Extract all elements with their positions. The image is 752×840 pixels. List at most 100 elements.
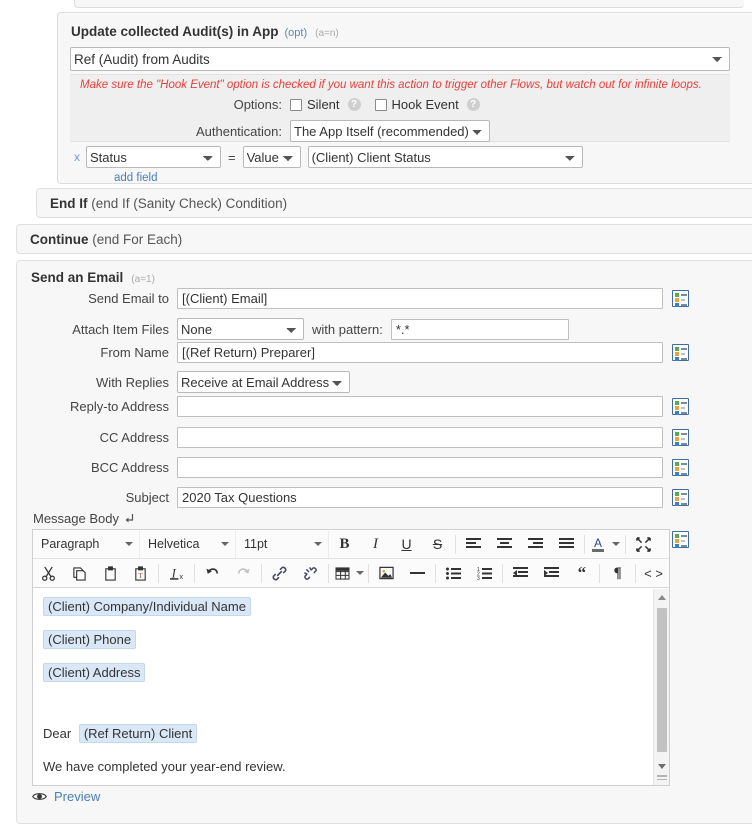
redo-icon[interactable] bbox=[228, 560, 259, 587]
italic-icon[interactable]: I bbox=[360, 531, 391, 558]
indent-icon[interactable] bbox=[536, 560, 567, 587]
silent-checkbox[interactable] bbox=[290, 98, 302, 111]
fullscreen-icon[interactable] bbox=[628, 531, 659, 558]
editor-content-area[interactable]: (Client) Company/Individual Name (Client… bbox=[33, 589, 669, 785]
field-value-select[interactable]: (Client) Client Status bbox=[307, 146, 583, 168]
cc-address-input[interactable] bbox=[177, 427, 663, 448]
authentication-select[interactable]: The App Itself (recommended) bbox=[290, 120, 490, 142]
numbered-list-icon[interactable]: 123 bbox=[469, 560, 500, 587]
attach-item-files-select[interactable]: None bbox=[177, 318, 304, 340]
continue-detail: (end For Each) bbox=[92, 231, 183, 247]
subject-row: Subject bbox=[17, 487, 689, 508]
reply-to-field-picker-icon[interactable] bbox=[672, 398, 689, 415]
hook-event-checkbox[interactable] bbox=[374, 98, 387, 111]
message-body-label-group: Message Body bbox=[33, 511, 135, 526]
from-name-field-picker-icon[interactable] bbox=[672, 344, 689, 361]
bcc-field-picker-icon[interactable] bbox=[672, 459, 689, 476]
unlink-icon[interactable] bbox=[295, 560, 326, 587]
continue-title: Continue bbox=[30, 231, 89, 247]
field-name-select[interactable]: Status bbox=[86, 146, 221, 168]
scroll-up-arrow-icon[interactable] bbox=[658, 595, 666, 600]
editor-line-closing: We have completed your year-end review. bbox=[43, 759, 286, 774]
clear-formatting-icon[interactable]: I x bbox=[161, 560, 192, 587]
cc-address-label: CC Address bbox=[99, 430, 169, 445]
bcc-address-input[interactable] bbox=[177, 457, 663, 478]
horizontal-rule-icon[interactable] bbox=[402, 560, 433, 587]
align-left-icon[interactable] bbox=[458, 531, 489, 558]
field-equals-sign: = bbox=[228, 149, 236, 165]
message-body-editor: Paragraph Helvetica 11pt B I U S A T I x… bbox=[32, 529, 670, 786]
table-chevron-down-icon[interactable] bbox=[354, 560, 366, 587]
align-right-icon[interactable] bbox=[520, 531, 551, 558]
reply-to-address-label: Reply-to Address bbox=[70, 399, 169, 414]
editor-vertical-scrollbar[interactable] bbox=[653, 589, 669, 785]
with-replies-select[interactable]: Receive at Email Address bbox=[177, 371, 350, 393]
image-icon[interactable] bbox=[371, 560, 402, 587]
hook-event-help-icon[interactable]: ? bbox=[466, 98, 480, 111]
text-color-icon[interactable]: A bbox=[587, 531, 609, 558]
font-family-value: Helvetica bbox=[148, 537, 200, 551]
font-family-dropdown[interactable]: Helvetica bbox=[140, 530, 236, 558]
show-invisibles-icon[interactable]: ¶ bbox=[602, 560, 633, 587]
bold-icon[interactable]: B bbox=[329, 531, 360, 558]
eye-icon bbox=[32, 793, 47, 800]
underline-icon[interactable]: U bbox=[391, 531, 422, 558]
block-format-dropdown[interactable]: Paragraph bbox=[33, 530, 140, 558]
editor-toolbar-row-2: T I x 1 2 3 “ ¶ < > bbox=[33, 559, 669, 588]
scrollbar-thumb[interactable] bbox=[657, 608, 667, 752]
reply-to-address-input[interactable] bbox=[177, 396, 663, 417]
copy-icon[interactable] bbox=[64, 560, 95, 587]
svg-text:A: A bbox=[594, 536, 602, 550]
hook-event-label: Hook Event bbox=[391, 97, 459, 112]
link-icon[interactable] bbox=[264, 560, 295, 587]
token-client-phone[interactable]: (Client) Phone bbox=[43, 630, 137, 649]
editor-line-blank bbox=[43, 696, 659, 710]
bcc-address-label: BCC Address bbox=[90, 460, 169, 475]
text-color-chevron-down-icon[interactable] bbox=[609, 531, 623, 558]
hook-event-warning: Make sure the "Hook Event" option is che… bbox=[80, 79, 702, 91]
send-email-to-label: Send Email to bbox=[88, 291, 169, 306]
align-justify-icon[interactable] bbox=[551, 531, 582, 558]
blockquote-icon[interactable]: “ bbox=[566, 560, 597, 587]
add-field-link[interactable]: add field bbox=[114, 172, 157, 184]
from-name-input[interactable] bbox=[177, 342, 663, 363]
outdent-icon[interactable] bbox=[505, 560, 536, 587]
send-email-to-field-picker-icon[interactable] bbox=[672, 290, 689, 307]
field-operator-select[interactable]: Value bbox=[242, 146, 301, 168]
page-bottom-edge bbox=[0, 830, 752, 840]
editor-line-address: (Client) Address bbox=[43, 663, 659, 682]
flow-editor-page: Update collected Audit(s) in App (opt) (a=… bbox=[0, 0, 752, 840]
undo-icon[interactable] bbox=[197, 560, 228, 587]
options-label: Options: bbox=[233, 97, 282, 112]
scrollbar-resize-grip[interactable] bbox=[657, 773, 667, 780]
table-icon[interactable] bbox=[331, 560, 355, 587]
remove-field-button[interactable]: x bbox=[70, 150, 84, 164]
audit-source-select[interactable]: Ref (Audit) from Audits bbox=[70, 47, 730, 71]
send-email-to-input[interactable] bbox=[177, 288, 663, 309]
subject-input[interactable] bbox=[177, 487, 663, 508]
paste-icon[interactable] bbox=[95, 560, 126, 587]
paste-as-text-icon[interactable]: T bbox=[126, 560, 157, 587]
silent-help-icon[interactable]: ? bbox=[347, 98, 361, 111]
message-body-field-picker-icon[interactable] bbox=[672, 531, 689, 548]
bullet-list-icon[interactable] bbox=[438, 560, 469, 587]
subject-field-picker-icon[interactable] bbox=[672, 489, 689, 506]
editor-line-company: (Client) Company/Individual Name bbox=[43, 597, 659, 616]
token-client-address[interactable]: (Client) Address bbox=[43, 663, 146, 682]
align-center-icon[interactable] bbox=[489, 531, 520, 558]
update-block-opt-tag: (opt) bbox=[284, 27, 308, 39]
reply-to-address-row: Reply-to Address bbox=[17, 396, 689, 417]
preview-control[interactable]: Preview bbox=[32, 789, 100, 804]
chevron-down-icon bbox=[125, 542, 133, 546]
cut-icon[interactable] bbox=[33, 560, 64, 587]
cc-field-picker-icon[interactable] bbox=[672, 429, 689, 446]
font-size-dropdown[interactable]: 11pt bbox=[236, 530, 329, 558]
strikethrough-icon[interactable]: S bbox=[422, 531, 453, 558]
token-ref-return-client[interactable]: (Ref Return) Client bbox=[78, 724, 198, 743]
pattern-input[interactable] bbox=[390, 318, 569, 340]
preview-link[interactable]: Preview bbox=[54, 789, 100, 804]
token-client-company[interactable]: (Client) Company/Individual Name bbox=[43, 597, 251, 616]
source-code-icon[interactable]: < > bbox=[638, 560, 669, 587]
continue-header: Continue (end For Each) bbox=[30, 232, 182, 247]
scroll-down-arrow-icon[interactable] bbox=[658, 764, 666, 769]
